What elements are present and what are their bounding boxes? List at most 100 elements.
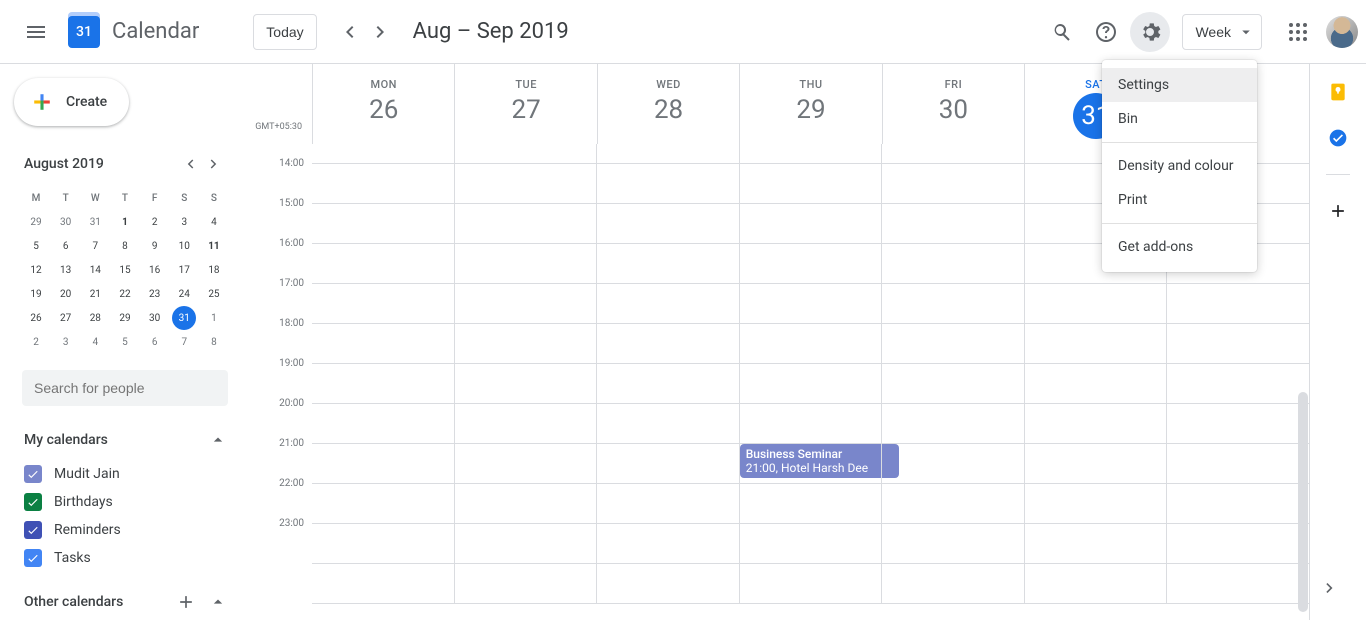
mini-day[interactable]: 2 xyxy=(143,210,167,234)
day-column[interactable] xyxy=(881,144,1024,604)
hour-cell[interactable] xyxy=(1167,444,1309,484)
mini-day[interactable]: 5 xyxy=(24,234,48,258)
other-calendars-toggle[interactable]: Other calendars xyxy=(24,592,228,612)
day-column[interactable]: Business Seminar21:00, Hotel Harsh Dee xyxy=(739,144,882,604)
help-button[interactable] xyxy=(1086,12,1126,52)
hour-cell[interactable] xyxy=(455,144,597,164)
mini-day[interactable]: 14 xyxy=(83,258,107,282)
main-menu-button[interactable] xyxy=(12,8,60,56)
mini-day[interactable]: 16 xyxy=(143,258,167,282)
hour-cell[interactable] xyxy=(1025,324,1167,364)
mini-day[interactable]: 31 xyxy=(83,210,107,234)
hour-cell[interactable] xyxy=(1167,524,1309,564)
add-icon[interactable] xyxy=(176,592,196,612)
hour-cell[interactable] xyxy=(597,404,739,444)
mini-day[interactable]: 7 xyxy=(83,234,107,258)
checkbox-icon[interactable] xyxy=(24,465,42,483)
mini-day[interactable]: 7 xyxy=(172,330,196,354)
mini-day[interactable]: 27 xyxy=(54,306,78,330)
search-people-input[interactable] xyxy=(34,380,216,396)
mini-day[interactable]: 21 xyxy=(83,282,107,306)
hour-cell[interactable] xyxy=(455,404,597,444)
hour-cell[interactable] xyxy=(740,204,882,244)
hour-cell[interactable] xyxy=(1025,564,1167,604)
settings-button[interactable] xyxy=(1130,12,1170,52)
hour-cell[interactable] xyxy=(882,404,1024,444)
day-header[interactable]: MON26 xyxy=(312,64,454,144)
hour-cell[interactable] xyxy=(882,524,1024,564)
day-number[interactable]: 27 xyxy=(455,95,596,125)
hour-cell[interactable] xyxy=(312,204,454,244)
hour-cell[interactable] xyxy=(455,524,597,564)
hour-cell[interactable] xyxy=(455,204,597,244)
add-addon-button[interactable] xyxy=(1328,201,1348,221)
hour-cell[interactable] xyxy=(312,404,454,444)
mini-day[interactable]: 1 xyxy=(202,306,226,330)
mini-day[interactable]: 8 xyxy=(202,330,226,354)
mini-day[interactable]: 23 xyxy=(143,282,167,306)
mini-day[interactable]: 6 xyxy=(143,330,167,354)
mini-day[interactable]: 29 xyxy=(24,210,48,234)
hour-cell[interactable] xyxy=(455,284,597,324)
mini-day[interactable]: 19 xyxy=(24,282,48,306)
calendar-item[interactable]: Birthdays xyxy=(24,488,228,516)
hour-cell[interactable] xyxy=(740,164,882,204)
my-calendars-toggle[interactable]: My calendars xyxy=(24,430,228,450)
mini-prev-button[interactable] xyxy=(178,152,202,176)
mini-day[interactable]: 13 xyxy=(54,258,78,282)
menu-item[interactable]: Density and colour xyxy=(1102,149,1257,183)
hour-cell[interactable] xyxy=(882,324,1024,364)
hour-cell[interactable] xyxy=(1025,364,1167,404)
event[interactable]: Business Seminar21:00, Hotel Harsh Dee xyxy=(740,444,900,478)
mini-day[interactable]: 3 xyxy=(54,330,78,354)
mini-day[interactable]: 20 xyxy=(54,282,78,306)
hour-cell[interactable] xyxy=(597,444,739,484)
hour-cell[interactable] xyxy=(882,444,1024,484)
hour-cell[interactable] xyxy=(882,244,1024,284)
hour-cell[interactable] xyxy=(740,404,882,444)
tasks-button[interactable] xyxy=(1328,128,1348,148)
hour-cell[interactable] xyxy=(882,164,1024,204)
search-button[interactable] xyxy=(1042,12,1082,52)
hour-cell[interactable] xyxy=(740,244,882,284)
avatar[interactable] xyxy=(1326,16,1358,48)
hour-cell[interactable] xyxy=(597,244,739,284)
hour-cell[interactable] xyxy=(1025,444,1167,484)
hour-cell[interactable] xyxy=(882,564,1024,604)
hour-cell[interactable] xyxy=(597,164,739,204)
hour-cell[interactable] xyxy=(597,204,739,244)
hour-cell[interactable] xyxy=(597,144,739,164)
hour-cell[interactable] xyxy=(312,364,454,404)
checkbox-icon[interactable] xyxy=(24,521,42,539)
view-select[interactable]: Week xyxy=(1182,14,1262,50)
mini-day[interactable]: 25 xyxy=(202,282,226,306)
hour-cell[interactable] xyxy=(1025,484,1167,524)
hour-cell[interactable] xyxy=(1167,284,1309,324)
mini-day[interactable]: 17 xyxy=(172,258,196,282)
hour-cell[interactable] xyxy=(455,164,597,204)
hour-cell[interactable] xyxy=(312,324,454,364)
hour-cell[interactable] xyxy=(455,444,597,484)
hour-cell[interactable] xyxy=(740,364,882,404)
hour-cell[interactable] xyxy=(312,144,454,164)
hour-cell[interactable] xyxy=(1025,284,1167,324)
hour-cell[interactable] xyxy=(882,204,1024,244)
mini-day[interactable]: 24 xyxy=(172,282,196,306)
hour-cell[interactable] xyxy=(455,244,597,284)
hour-cell[interactable] xyxy=(882,484,1024,524)
hour-cell[interactable] xyxy=(312,524,454,564)
mini-day[interactable]: 28 xyxy=(83,306,107,330)
day-column[interactable] xyxy=(596,144,739,604)
mini-day[interactable]: 18 xyxy=(202,258,226,282)
mini-day[interactable]: 15 xyxy=(113,258,137,282)
hour-cell[interactable] xyxy=(882,144,1024,164)
hour-cell[interactable] xyxy=(455,484,597,524)
hour-cell[interactable] xyxy=(312,164,454,204)
collapse-rail-button[interactable] xyxy=(1312,570,1348,606)
mini-day[interactable]: 22 xyxy=(113,282,137,306)
hour-cell[interactable] xyxy=(882,364,1024,404)
prev-week-button[interactable] xyxy=(333,16,365,48)
hour-cell[interactable] xyxy=(740,524,882,564)
hour-cell[interactable] xyxy=(740,484,882,524)
mini-day[interactable]: 2 xyxy=(24,330,48,354)
